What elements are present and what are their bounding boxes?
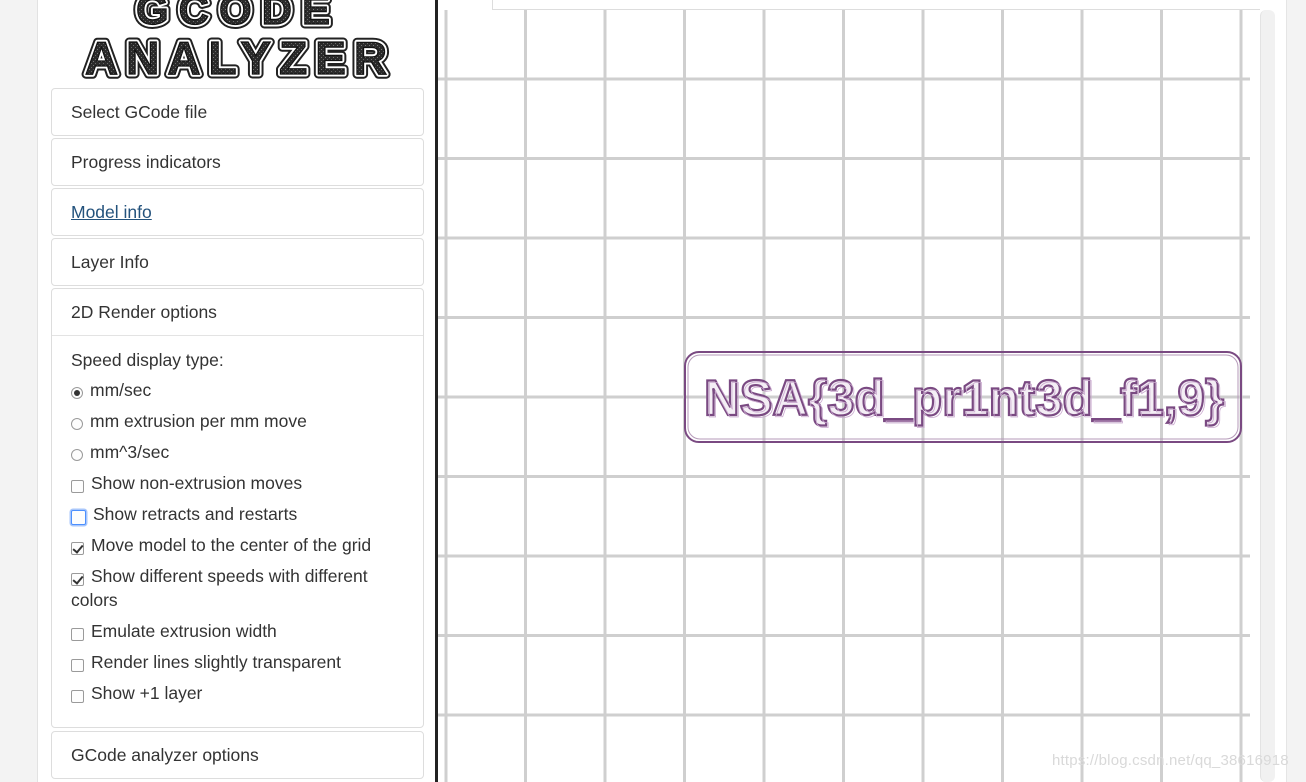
checkbox-center-model-label: Move model to the center of the grid [91,535,372,555]
checkbox-transparent-lines-label: Render lines slightly transparent [91,652,341,672]
svg-text:ANALYZER: ANALYZER [85,32,395,84]
svg-text:GCODE: GCODE [136,0,340,33]
option-transparent-lines[interactable]: Render lines slightly transparent [71,650,404,674]
option-extrusion-width[interactable]: Emulate extrusion width [71,619,404,643]
model-info-link[interactable]: Model info [71,202,152,222]
checkbox-retracts[interactable] [71,509,86,525]
checkbox-non-extrusion-label: Show non-extrusion moves [91,473,303,493]
panel-model-info[interactable]: Model info [51,188,424,236]
watermark: https://blog.csdn.net/qq_38616918 [1052,752,1289,769]
option-speed-colors[interactable]: Show different speeds with different col… [71,564,404,612]
gcode-analyzer-logo: GCODE GCODE GCODE ANALYZER ANALYZER ANAL… [80,0,395,84]
sidebar: GCODE GCODE GCODE ANALYZER ANALYZER ANAL… [37,0,437,782]
checkbox-extrusion-width-label: Emulate extrusion width [91,621,277,641]
checkbox-speed-colors-label: Show different speeds with different col… [71,566,368,610]
option-center-model[interactable]: Move model to the center of the grid [71,533,404,557]
checkbox-plus-one-layer-label: Show +1 layer [91,683,203,703]
checkbox-center-model[interactable] [71,541,84,555]
checkbox-retracts-label: Show retracts and restarts [93,504,298,524]
render-area: NSA{3d_pr1nt3d_f1,9} NSA{3d_pr1nt3d_f1,9… [438,0,1306,782]
panel-select-file[interactable]: Select GCode file [51,88,424,136]
speed-display-type-label: Speed display type: [71,350,224,370]
checkbox-transparent-lines[interactable] [71,658,84,672]
radio-option-mm3-sec[interactable]: mm^3/sec [71,440,404,464]
radio-mm-sec[interactable] [71,387,83,400]
radio-mm-sec-label: mm/sec [90,380,152,400]
radio-option-mm-sec[interactable]: mm/sec [71,378,404,402]
option-retracts[interactable]: Show retracts and restarts [71,502,404,526]
panel-analyzer-heading[interactable]: GCode analyzer options [52,732,423,778]
model-text-inner: NSA{3d_pr1nt3d_f1,9} [706,372,1226,428]
render-options-body: Speed display type: mm/sec mm extrusion … [52,335,423,705]
radio-mm-extrusion-label: mm extrusion per mm move [90,411,307,431]
model-render: NSA{3d_pr1nt3d_f1,9} NSA{3d_pr1nt3d_f1,9… [684,351,1242,443]
radio-mm3-sec[interactable] [71,449,83,462]
panel-gcode-analyzer-options[interactable]: GCode analyzer options [51,731,424,779]
right-gutter [1286,0,1306,782]
radio-mm3-sec-label: mm^3/sec [90,442,170,462]
checkbox-plus-one-layer[interactable] [71,689,84,703]
panel-select-file-heading[interactable]: Select GCode file [52,89,423,135]
radio-mm-extrusion[interactable] [71,418,83,431]
checkbox-speed-colors[interactable] [71,572,84,586]
render-canvas[interactable]: NSA{3d_pr1nt3d_f1,9} NSA{3d_pr1nt3d_f1,9… [438,10,1250,782]
panel-layer-info-heading[interactable]: Layer Info [52,239,423,285]
panel-render-heading[interactable]: 2D Render options [52,289,423,335]
panel-progress-heading[interactable]: Progress indicators [52,139,423,185]
checkbox-non-extrusion[interactable] [71,479,84,493]
radio-option-extrusion[interactable]: mm extrusion per mm move [71,409,404,433]
panel-layer-info[interactable]: Layer Info [51,238,424,286]
vertical-scrollbar[interactable] [1260,10,1275,782]
panel-progress-indicators[interactable]: Progress indicators [51,138,424,186]
option-non-extrusion[interactable]: Show non-extrusion moves [71,471,404,495]
checkbox-extrusion-width[interactable] [71,627,84,641]
panel-2d-render-options: 2D Render options Speed display type: mm… [51,288,424,728]
option-plus-one-layer[interactable]: Show +1 layer [71,681,404,705]
